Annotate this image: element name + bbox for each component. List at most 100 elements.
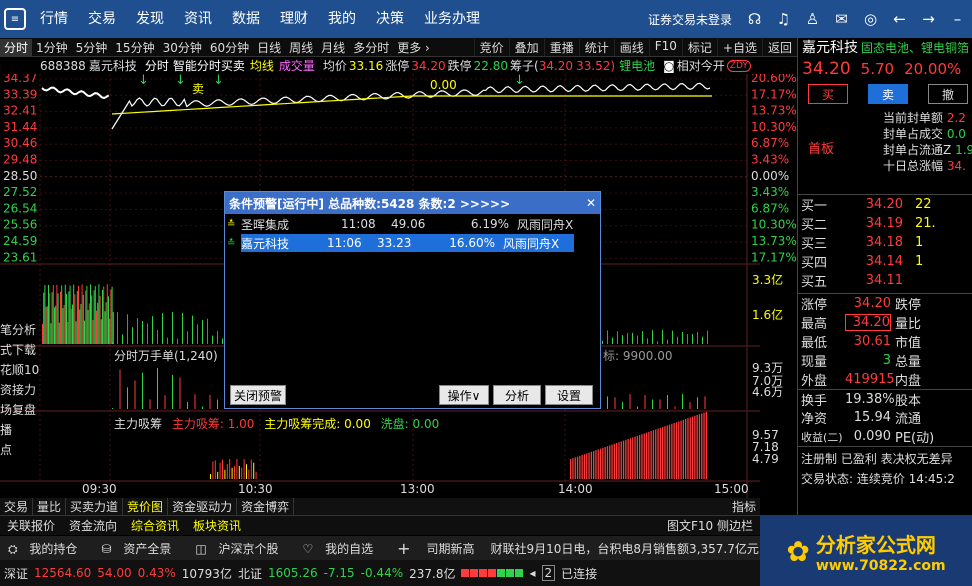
subchart2-a-label: 主力吸筹: — [171, 417, 228, 431]
login-status[interactable]: 证券交易未登录 — [648, 11, 732, 28]
metric-label: 十日总涨幅 — [883, 159, 944, 173]
menu-business[interactable]: 业务办理 — [414, 0, 490, 38]
tab-5min[interactable]: 5分钟 — [72, 39, 112, 56]
operation-button[interactable]: 操作∨ — [439, 385, 489, 405]
sz-label[interactable]: 深证 — [4, 565, 28, 582]
tab-buy-sell-force[interactable]: 买卖力道 — [66, 498, 124, 515]
tab-trade[interactable]: 交易 — [0, 498, 34, 515]
alert-row[interactable]: ≛ 圣晖集成 11:08 49.06 6.19% 风雨同舟X — [227, 215, 600, 233]
tab-weekly[interactable]: 周线 — [285, 39, 317, 56]
btn-f10[interactable]: F10 — [648, 38, 682, 56]
menu-mine[interactable]: 我的 — [318, 0, 366, 38]
nav-watchlist[interactable]: ♡ 我的自选 — [295, 540, 390, 557]
tab-daily[interactable]: 日线 — [253, 39, 285, 56]
nav-stocks[interactable]: ◫ 沪深京个股 — [187, 540, 294, 557]
buy-button[interactable]: 买 — [808, 84, 848, 104]
accumulate-bar — [629, 438, 632, 479]
btn-mark[interactable]: 标记 — [681, 38, 717, 56]
tab-intraday[interactable]: 分时 — [0, 38, 33, 56]
tab-auction-chart[interactable]: 竞价图 — [123, 498, 169, 515]
speaker-icon[interactable]: ◂ — [529, 566, 535, 580]
close-alert-button[interactable]: 关闭预警 — [230, 385, 286, 405]
menu-data[interactable]: 数据 — [222, 0, 270, 38]
volume-label[interactable]: 成交量 — [279, 57, 315, 74]
menu-discover[interactable]: 发现 — [126, 0, 174, 38]
nav-holdings[interactable]: ⛭ 我的持仓 — [0, 540, 93, 557]
alert-row-selected[interactable]: 嘉元科技 11:06 33.23 16.60% 风雨同舟X — [241, 234, 574, 252]
menu-news[interactable]: 资讯 — [174, 0, 222, 38]
btn-overlay[interactable]: 叠加 — [508, 38, 544, 56]
alert-row[interactable]: ≛ 嘉元科技 11:06 33.23 16.60% 风雨同舟X — [227, 234, 600, 252]
btn-return[interactable]: 返回 — [761, 38, 797, 56]
tab-indicator[interactable]: 指标 — [728, 498, 760, 515]
btn-stats[interactable]: 统计 — [578, 38, 614, 56]
settings-button[interactable]: 设置 — [545, 385, 593, 405]
concept-label[interactable]: 锂电池 — [619, 57, 655, 74]
close-icon[interactable]: ✕ — [582, 196, 600, 210]
dialog-title-bar[interactable]: 条件预警[运行中] 总品种数:5428 条数:2 >>>>> ✕ — [225, 192, 600, 214]
side-label-3[interactable]: 资接力 — [0, 380, 40, 400]
volume-bar — [692, 334, 693, 344]
headset-icon[interactable]: ☊ — [740, 10, 769, 28]
menu-market[interactable]: 行情 — [30, 0, 78, 38]
add-icon[interactable]: + — [389, 539, 418, 558]
mail-icon[interactable]: ✉ — [827, 10, 856, 28]
price-tick-left: 26.54 — [3, 201, 37, 215]
book-row[interactable]: 买三 34.18 1 — [798, 233, 972, 252]
tab-volume-ratio[interactable]: 量比 — [33, 498, 67, 515]
book-row[interactable]: 买二 34.19 21. — [798, 214, 972, 233]
tab-news[interactable]: 综合资讯 — [124, 517, 186, 534]
btn-add-watch[interactable]: +自选 — [716, 38, 762, 56]
tab-1min[interactable]: 1分钟 — [32, 39, 72, 56]
tab-related-quotes[interactable]: 关联报价 — [0, 517, 62, 534]
btn-auction[interactable]: 竞价 — [473, 38, 509, 56]
nav-new-high[interactable]: 司期新高 — [419, 540, 483, 557]
side-label-6[interactable]: 点 — [0, 440, 40, 460]
settings-icon[interactable]: ◎ — [856, 10, 885, 28]
side-label-1[interactable]: 式下载 — [0, 340, 40, 360]
tab-multi-intraday[interactable]: 多分时 — [349, 39, 393, 56]
tab-monthly[interactable]: 月线 — [317, 39, 349, 56]
side-label-2[interactable]: 花顺10 — [0, 360, 40, 380]
tab-60min[interactable]: 60分钟 — [206, 39, 253, 56]
btn-draw[interactable]: 画线 — [613, 38, 649, 56]
bell-icon[interactable]: ♫ — [769, 10, 798, 28]
tab-fund-drive[interactable]: 资金驱动力 — [168, 498, 238, 515]
tab-30min[interactable]: 30分钟 — [159, 39, 206, 56]
tab-fund-game[interactable]: 资金博弈 — [237, 498, 295, 515]
compare-label[interactable]: 相对今开 — [677, 57, 725, 74]
concept-tags[interactable]: 固态电池、锂电铜箔 — [861, 39, 969, 56]
tab-fund-flow[interactable]: 资金流向 — [62, 517, 124, 534]
menu-finance[interactable]: 理财 — [270, 0, 318, 38]
news-marquee[interactable]: 财联社9月10日电，台积电8月销售额3,357.7亿元台币 — [483, 540, 783, 557]
book-row[interactable]: 买一 34.20 22 — [798, 195, 972, 214]
tab-sector-news[interactable]: 板块资讯 — [186, 517, 248, 534]
tab-f10-sidebar[interactable]: 图文F10 侧边栏 — [660, 517, 760, 534]
minimize-icon[interactable]: – — [943, 10, 972, 28]
smart-trade-label[interactable]: 智能分时买卖 — [173, 57, 245, 74]
volume-bar — [58, 322, 60, 344]
avg-line-label[interactable]: 均线 — [250, 57, 274, 74]
zdy-icon[interactable]: ZDY — [726, 59, 751, 72]
tab-more[interactable]: 更多 › — [393, 39, 434, 56]
cancel-order-button[interactable]: 撤 — [928, 84, 968, 104]
nav-assets[interactable]: ⛁ 资产全景 — [93, 540, 187, 557]
menu-trade[interactable]: 交易 — [78, 0, 126, 38]
menu-decision[interactable]: 决策 — [366, 0, 414, 38]
book-row[interactable]: 买四 34.14 1 — [798, 252, 972, 271]
stats-row: 净资 15.94 流通 — [798, 408, 972, 427]
side-label-0[interactable]: 笔分析 — [0, 320, 40, 340]
camera-icon[interactable]: ◙ — [663, 59, 675, 73]
side-label-5[interactable]: 播 — [0, 420, 40, 440]
sell-button[interactable]: 卖 — [868, 84, 908, 104]
app-logo-icon[interactable]: ≡ — [4, 8, 26, 30]
skin-icon[interactable]: ♙ — [798, 10, 827, 28]
bz-label[interactable]: 北证 — [238, 565, 262, 582]
tab-15min[interactable]: 15分钟 — [111, 39, 158, 56]
side-label-4[interactable]: 场复盘 — [0, 400, 40, 420]
forward-icon[interactable]: → — [914, 10, 943, 28]
btn-replay[interactable]: 重播 — [543, 38, 579, 56]
book-row[interactable]: 买五 34.11 — [798, 271, 972, 290]
back-icon[interactable]: ← — [885, 10, 914, 28]
analyze-button[interactable]: 分析 — [493, 385, 541, 405]
